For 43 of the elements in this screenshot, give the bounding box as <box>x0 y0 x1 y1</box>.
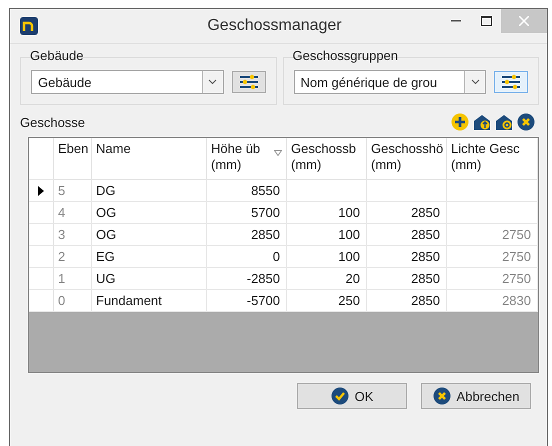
table-cell: 2850 <box>367 290 447 312</box>
column-header[interactable]: Eben <box>54 138 92 180</box>
house-refresh-button[interactable] <box>495 113 513 131</box>
table-cell: -5700 <box>207 290 287 312</box>
chevron-down-icon <box>470 79 480 85</box>
chevron-down-icon <box>208 79 217 85</box>
settings-icon <box>501 74 521 90</box>
delete-icon <box>517 113 535 131</box>
dropdown[interactable]: Nom générique de grou <box>294 70 486 94</box>
current-row-icon <box>38 186 44 196</box>
table-cell: 0 <box>54 290 92 312</box>
settings-icon <box>238 74 258 90</box>
maximize-icon <box>480 16 492 26</box>
house-icon <box>473 113 491 131</box>
sort-icon <box>274 150 282 156</box>
header-corner <box>29 138 54 180</box>
row-header[interactable] <box>29 180 54 202</box>
column-header[interactable]: Höhe üb (mm) <box>207 138 287 180</box>
cancel-icon <box>432 387 451 405</box>
settings-button[interactable] <box>494 71 528 93</box>
ok-button[interactable]: OK <box>297 383 407 409</box>
add-button[interactable] <box>451 113 469 131</box>
delete-button[interactable] <box>517 113 535 131</box>
column-header[interactable]: Lichte Gesc (mm) <box>447 138 538 180</box>
check-icon <box>330 387 349 405</box>
column-header[interactable]: Geschossb (mm) <box>287 138 367 180</box>
table-cell: 2830 <box>447 290 538 312</box>
group-label: Gebäude <box>29 48 84 63</box>
column-header[interactable]: Geschosshö (mm) <box>367 138 447 180</box>
table-cell: Fundament <box>92 290 207 312</box>
dropdown[interactable]: Gebäude <box>31 70 224 94</box>
house-up-button[interactable] <box>473 113 491 131</box>
minimize-icon <box>451 20 461 22</box>
table-cell: 250 <box>287 290 367 312</box>
close-icon <box>519 16 529 26</box>
section-title: Geschosse <box>20 114 86 130</box>
window-title: Geschossmanager <box>206 17 343 35</box>
group-label: Geschossgruppen <box>292 48 398 63</box>
cancel-button[interactable]: Abbrechen <box>421 383 531 409</box>
column-header[interactable]: Name <box>92 138 207 180</box>
settings-button[interactable] <box>232 71 266 93</box>
house-icon <box>495 113 513 131</box>
app-logo <box>20 17 38 35</box>
